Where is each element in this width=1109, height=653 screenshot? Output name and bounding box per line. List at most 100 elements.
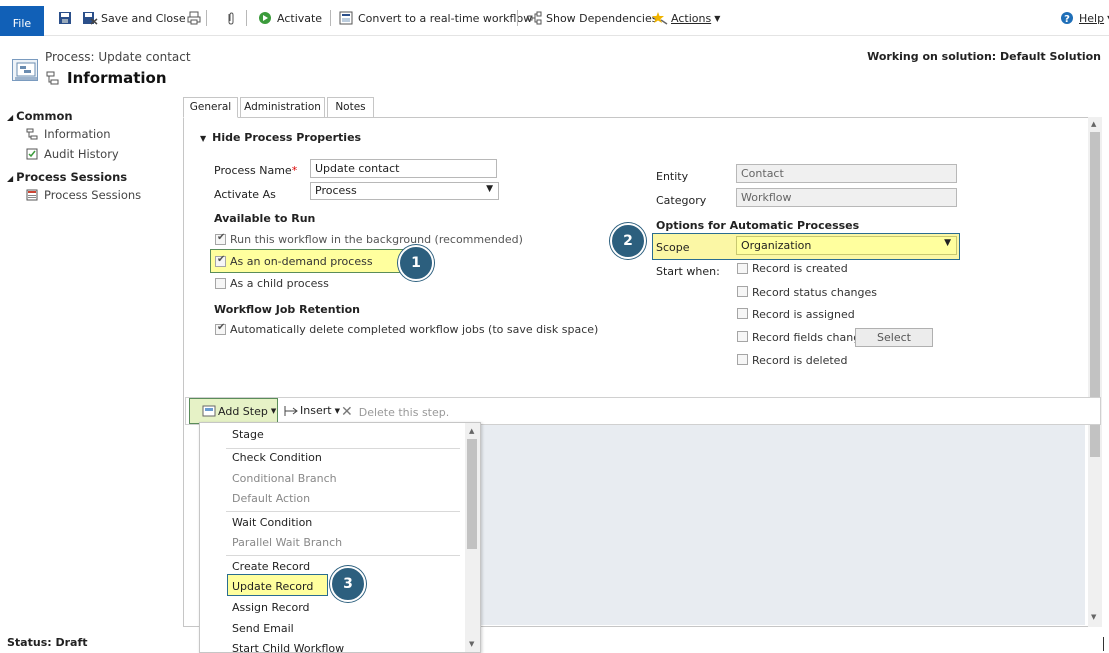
delete-x-icon: ✕ xyxy=(341,404,353,420)
workflow-retention-header: Workflow Job Retention xyxy=(214,303,360,316)
available-to-run-header: Available to Run xyxy=(214,212,316,225)
dependencies-icon xyxy=(527,11,542,25)
menu-item-assign-record[interactable]: Assign Record xyxy=(232,601,310,614)
help-icon: ? xyxy=(1060,11,1074,25)
menu-item-default-action: Default Action xyxy=(232,492,311,505)
child-process-checkbox[interactable] xyxy=(215,278,226,289)
tab-notes[interactable]: Notes xyxy=(327,97,374,118)
scroll-up-icon[interactable]: ▲ xyxy=(1091,120,1096,128)
sidebar-group-process-sessions[interactable]: ◢ Process Sessions xyxy=(7,170,127,184)
process-name-label: Process Name* xyxy=(214,164,297,177)
actions-menu[interactable]: Actions ▼ xyxy=(652,9,720,27)
save-button[interactable] xyxy=(58,9,77,27)
sidebar-group-common[interactable]: ◢ Common xyxy=(7,109,73,123)
entity-label: Entity xyxy=(656,170,689,183)
auto-delete-label: Automatically delete completed workflow … xyxy=(230,323,599,336)
menu-scrollbar[interactable]: ▲ ▼ xyxy=(465,423,480,652)
text-cursor xyxy=(1103,637,1104,651)
solution-label: Working on solution: Default Solution xyxy=(867,50,1101,63)
activate-as-select[interactable]: Process ▼ xyxy=(310,182,499,200)
insert-icon xyxy=(283,405,299,417)
process-entity-icon xyxy=(12,59,38,81)
options-automatic-header: Options for Automatic Processes xyxy=(656,219,860,232)
scroll-down-icon[interactable]: ▼ xyxy=(469,640,474,648)
paperclip-icon xyxy=(224,11,238,25)
menu-item-create-record[interactable]: Create Record xyxy=(232,560,310,573)
add-step-button[interactable]: Add Step ▼ xyxy=(189,398,278,424)
scroll-thumb[interactable] xyxy=(467,439,477,549)
sidebar-group-label: Common xyxy=(16,109,73,123)
delete-step-label: Delete this step. xyxy=(358,405,450,419)
convert-icon xyxy=(339,11,353,25)
tab-administration[interactable]: Administration xyxy=(240,97,325,118)
callout-badge-1: 1 xyxy=(398,245,434,281)
record-status-checkbox[interactable] xyxy=(737,286,748,297)
callout-badge-2: 2 xyxy=(610,223,646,259)
activate-as-value: Process xyxy=(315,184,357,197)
chevron-down-icon: ▼ xyxy=(714,13,721,23)
save-close-icon xyxy=(82,11,98,25)
record-deleted-checkbox[interactable] xyxy=(737,354,748,365)
auto-delete-checkbox[interactable]: ✔ xyxy=(215,322,226,335)
collapse-triangle-icon: ◢ xyxy=(7,113,14,122)
collapse-triangle-icon: ◢ xyxy=(7,174,14,183)
chevron-down-icon: ▼ xyxy=(944,238,951,248)
section-toggle-label: Hide Process Properties xyxy=(212,131,362,144)
sidebar-item-label: Audit History xyxy=(44,147,119,161)
process-name-input[interactable]: Update contact xyxy=(310,159,497,178)
menu-item-update-record[interactable]: Update Record xyxy=(232,580,313,593)
on-demand-checkbox[interactable]: ✔ xyxy=(215,254,226,267)
attach-button[interactable] xyxy=(224,9,243,27)
actions-icon xyxy=(652,11,668,25)
audit-icon xyxy=(26,148,38,160)
activate-as-label: Activate As xyxy=(214,188,276,201)
record-assigned-checkbox[interactable] xyxy=(737,308,748,319)
convert-label: Convert to a real-time workflow xyxy=(358,11,533,25)
print-button[interactable] xyxy=(187,9,206,27)
save-and-close-button[interactable]: Save and Close xyxy=(82,9,186,27)
add-step-menu: Stage Check Condition Conditional Branch… xyxy=(199,422,481,653)
scroll-down-icon[interactable]: ▼ xyxy=(1091,613,1096,621)
process-name-label-text: Process Name xyxy=(214,164,292,177)
status-bar: Status: Draft xyxy=(7,636,88,649)
category-label: Category xyxy=(656,194,707,207)
menu-item-stage[interactable]: Stage xyxy=(232,428,264,441)
activate-button[interactable]: Activate xyxy=(258,9,322,27)
tab-general[interactable]: General xyxy=(183,97,238,118)
page-title-text: Information xyxy=(67,69,167,87)
insert-menu[interactable]: Insert ▼ xyxy=(283,404,340,417)
chevron-down-icon: ▼ xyxy=(486,184,493,194)
scope-select[interactable]: Organization ▼ xyxy=(736,236,957,255)
panel-scrollbar[interactable]: ▲ ▼ xyxy=(1088,117,1102,627)
menu-item-wait-condition[interactable]: Wait Condition xyxy=(232,516,312,529)
record-assigned-label: Record is assigned xyxy=(752,308,855,321)
menu-item-send-email[interactable]: Send Email xyxy=(232,622,294,635)
record-fields-checkbox[interactable] xyxy=(737,331,748,342)
record-subtitle: Process: Update contact xyxy=(45,50,191,64)
run-background-checkbox[interactable]: ✔ xyxy=(215,232,226,245)
chevron-down-icon: ▼ xyxy=(334,406,340,415)
ribbon-separator xyxy=(330,10,331,26)
activate-label: Activate xyxy=(277,11,323,25)
help-menu[interactable]: ? Help ▼ xyxy=(1060,9,1109,27)
hide-process-properties-toggle[interactable]: ▼ Hide Process Properties xyxy=(200,131,361,144)
checkmark-icon: ✔ xyxy=(217,232,226,243)
svg-text:?: ? xyxy=(1064,14,1070,25)
sidebar-item-information[interactable]: Information xyxy=(26,127,111,141)
select-fields-button[interactable]: Select xyxy=(855,328,933,347)
delete-step-button[interactable]: ✕ Delete this step. xyxy=(341,404,449,420)
scroll-up-icon[interactable]: ▲ xyxy=(469,427,474,435)
record-created-checkbox[interactable] xyxy=(737,263,748,274)
add-step-icon xyxy=(202,405,216,417)
required-mark: * xyxy=(291,164,298,177)
ribbon: File Save and Close Activate Convert to … xyxy=(0,0,1109,36)
menu-item-check-condition[interactable]: Check Condition xyxy=(232,451,322,464)
sidebar-item-audit-history[interactable]: Audit History xyxy=(26,147,119,161)
menu-item-start-child-workflow[interactable]: Start Child Workflow xyxy=(232,642,344,652)
checkmark-icon: ✔ xyxy=(217,322,226,333)
save-icon xyxy=(58,11,72,25)
convert-realtime-button[interactable]: Convert to a real-time workflow xyxy=(339,9,532,27)
sidebar-item-process-sessions[interactable]: Process Sessions xyxy=(26,188,141,202)
show-dependencies-button[interactable]: Show Dependencies xyxy=(527,9,657,27)
file-button[interactable]: File xyxy=(0,6,44,36)
